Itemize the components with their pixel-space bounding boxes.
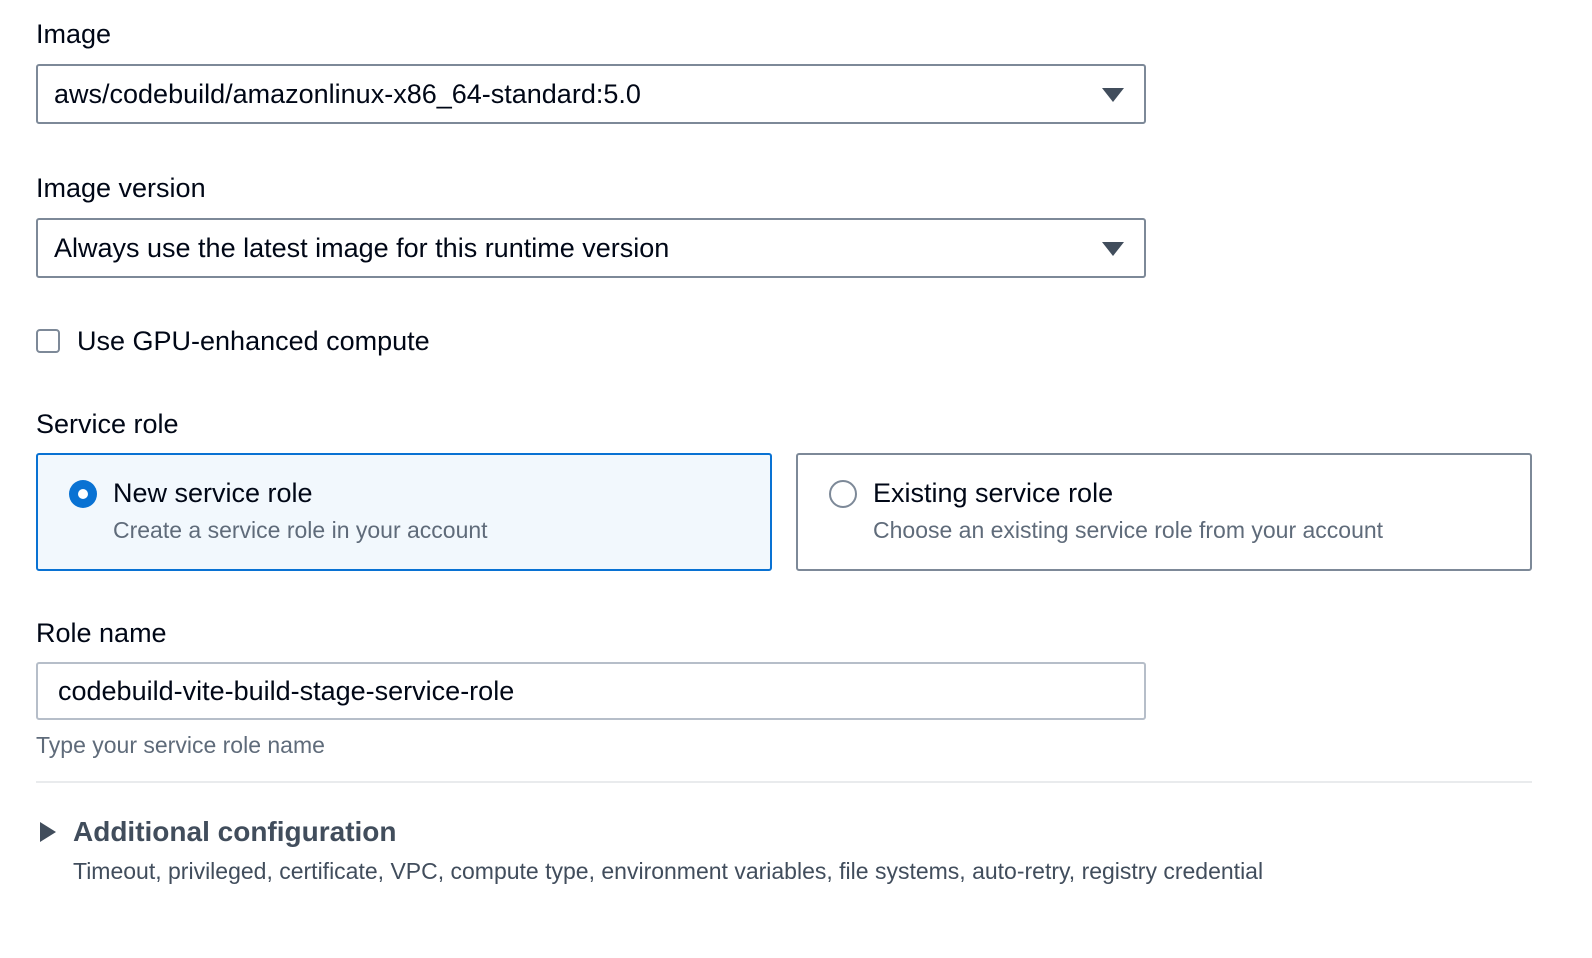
role-name-input[interactable] <box>36 662 1146 720</box>
gpu-checkbox[interactable] <box>36 329 60 353</box>
caret-down-icon <box>1102 242 1124 256</box>
role-name-hint: Type your service role name <box>36 732 325 758</box>
section-divider <box>36 781 1532 783</box>
service-role-label: Service role <box>36 409 179 439</box>
caret-right-icon[interactable] <box>40 822 56 842</box>
new-service-role-radio[interactable] <box>69 480 97 508</box>
gpu-checkbox-label: Use GPU-enhanced compute <box>77 326 430 356</box>
image-version-select-value: Always use the latest image for this run… <box>54 233 670 263</box>
image-select[interactable]: aws/codebuild/amazonlinux-x86_64-standar… <box>36 64 1146 124</box>
new-service-role-description: Create a service role in your account <box>113 517 488 543</box>
caret-down-icon <box>1102 88 1124 102</box>
existing-service-role-radio[interactable] <box>829 480 857 508</box>
environment-settings-panel: Image aws/codebuild/amazonlinux-x86_64-s… <box>0 0 1592 958</box>
gpu-checkbox-row[interactable]: Use GPU-enhanced compute <box>36 323 430 359</box>
additional-configuration-description: Timeout, privileged, certificate, VPC, c… <box>73 858 1264 884</box>
additional-configuration-title[interactable]: Additional configuration <box>73 812 397 852</box>
existing-service-role-title: Existing service role <box>873 478 1114 508</box>
additional-configuration-expander[interactable]: Additional configuration <box>36 812 397 852</box>
new-service-role-title: New service role <box>113 478 313 508</box>
role-name-label: Role name <box>36 618 167 648</box>
image-label: Image <box>36 19 112 49</box>
image-version-select[interactable]: Always use the latest image for this run… <box>36 218 1146 278</box>
new-service-role-tile[interactable]: New service role Create a service role i… <box>36 453 772 571</box>
existing-service-role-description: Choose an existing service role from you… <box>873 517 1384 543</box>
image-select-value: aws/codebuild/amazonlinux-x86_64-standar… <box>54 79 641 109</box>
image-version-label: Image version <box>36 173 206 203</box>
existing-service-role-tile[interactable]: Existing service role Choose an existing… <box>796 453 1532 571</box>
